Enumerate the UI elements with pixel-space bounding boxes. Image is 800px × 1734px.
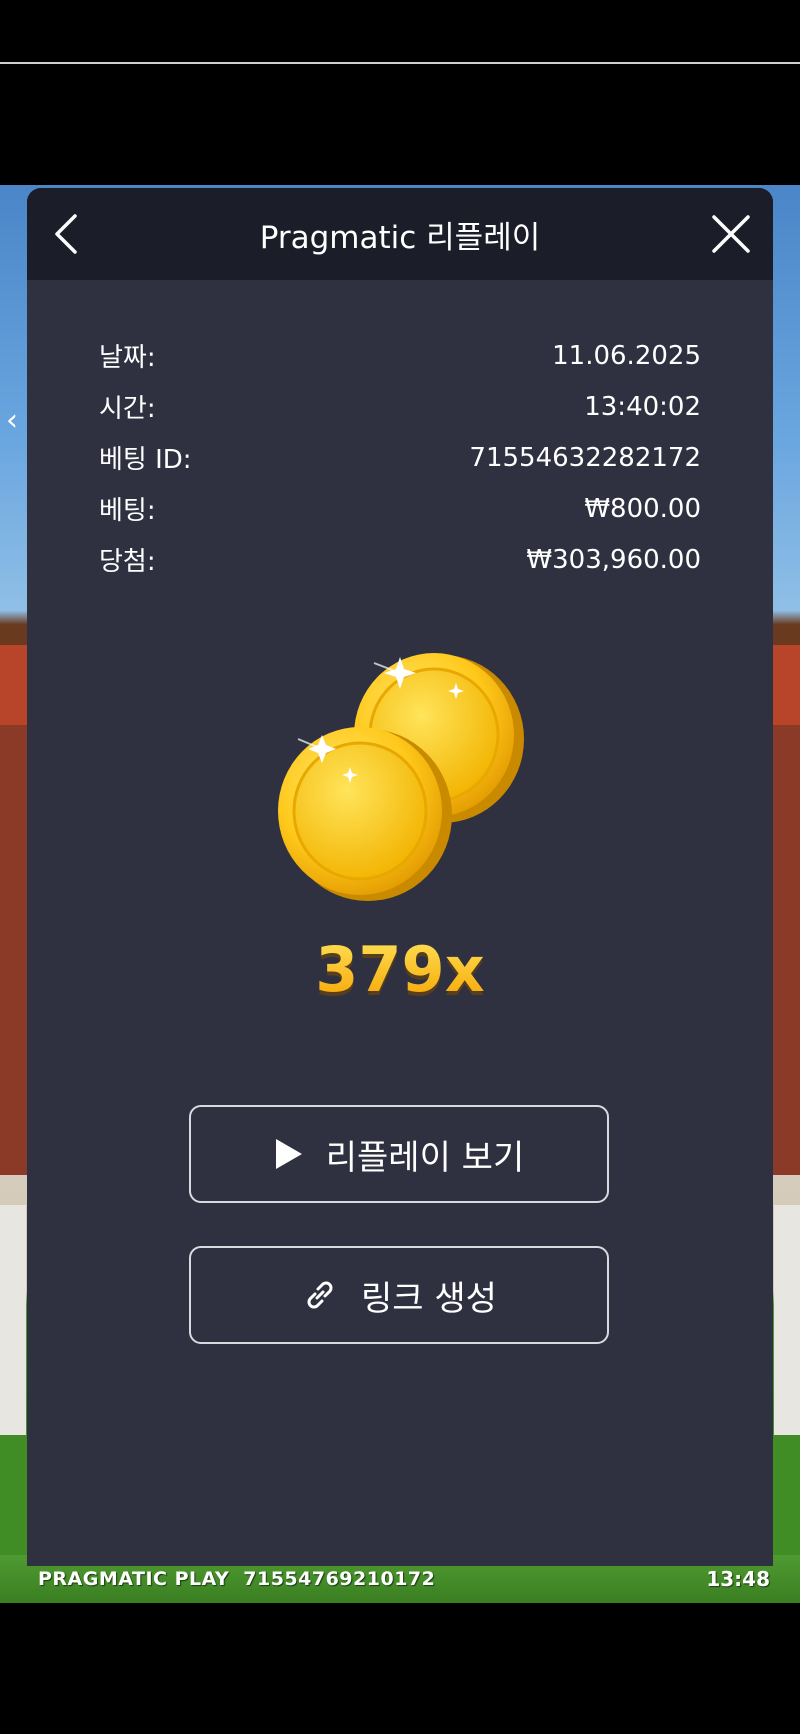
chevron-left-icon [55,214,77,254]
footer-time: 13:48 [706,1567,770,1591]
coins-illustration [27,643,773,903]
win-label: 당첨: [99,547,156,577]
bet-value: ₩800.00 [584,493,701,524]
win-multiplier: 379x [27,933,773,1006]
back-button[interactable] [41,206,91,262]
close-icon [712,215,750,253]
view-replay-button[interactable]: 리플레이 보기 [189,1105,609,1203]
info-row-time: 시간: 13:40:02 [99,381,701,432]
time-label: 시간: [99,394,156,424]
bg-roof-right [770,645,800,725]
info-row-bet: 베팅: ₩800.00 [99,483,701,534]
close-button[interactable] [703,206,759,262]
replay-dialog: Pragmatic 리플레이 날짜: 11.06.2025 시간: 13:40:… [27,188,773,1566]
bg-fence-left [0,1205,26,1435]
bet-id-label: 베팅 ID: [99,445,192,475]
footer-info: PRAGMATIC PLAY 71554769210172 [38,1568,435,1590]
time-value: 13:40:02 [584,391,701,422]
create-link-label: 링크 생성 [361,1278,497,1319]
footer-bet-id: 71554769210172 [243,1568,436,1590]
win-value: ₩303,960.00 [526,544,701,575]
view-replay-label: 리플레이 보기 [325,1137,525,1178]
bg-chevron-left-icon: ‹ [6,403,18,438]
status-divider [0,62,800,64]
create-link-button[interactable]: 링크 생성 [189,1246,609,1344]
dialog-title: Pragmatic 리플레이 [259,219,541,256]
bg-post-right [769,725,800,1175]
info-row-date: 날짜: 11.06.2025 [99,330,701,381]
bet-label: 베팅: [99,496,156,526]
bg-roof-left [0,645,30,725]
bet-info-list: 날짜: 11.06.2025 시간: 13:40:02 베팅 ID: 71554… [27,280,773,585]
gold-coins-icon [278,653,524,901]
footer-brand: PRAGMATIC PLAY [38,1568,230,1590]
info-row-bet-id: 베팅 ID: 71554632282172 [99,432,701,483]
info-row-win: 당첨: ₩303,960.00 [99,534,701,585]
date-value: 11.06.2025 [552,340,701,371]
link-icon [307,1281,333,1309]
play-icon [275,1139,302,1169]
date-label: 날짜: [99,343,156,373]
bet-id-value: 71554632282172 [469,442,701,473]
dialog-header: Pragmatic 리플레이 [27,188,773,280]
bg-fence-right [774,1205,800,1435]
